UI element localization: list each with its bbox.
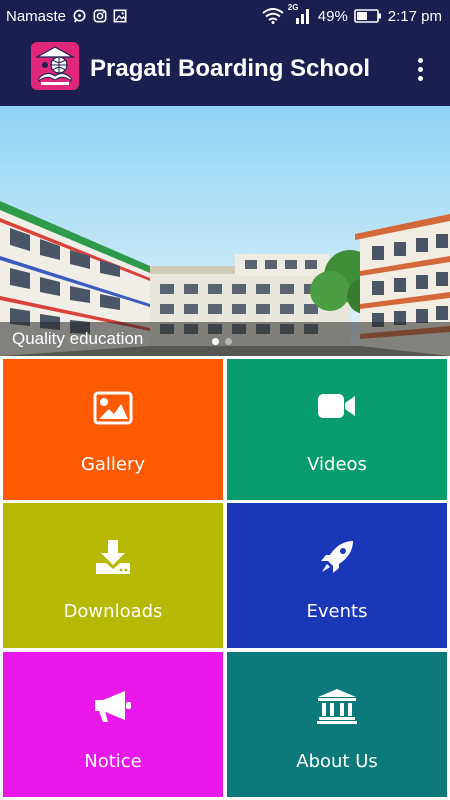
megaphone-icon	[3, 688, 223, 724]
clock: 2:17 pm	[387, 7, 442, 25]
events-label: Events	[306, 601, 368, 622]
chat-notification-icon	[72, 9, 87, 24]
status-bar: Namaste 2G 49% 2:17 pm	[0, 0, 450, 32]
rocket-icon	[227, 539, 447, 575]
download-icon	[3, 539, 223, 575]
banner-carousel[interactable]: Quality education	[0, 106, 450, 356]
menu-dot-icon	[417, 75, 423, 81]
app-title: Pragati Boarding School	[90, 55, 371, 82]
downloads-label: Downloads	[63, 601, 163, 622]
gallery-label: Gallery	[80, 454, 146, 475]
battery-percent: 49%	[317, 7, 348, 25]
gallery-tile[interactable]: Gallery	[3, 359, 223, 500]
notice-tile[interactable]: Notice	[3, 652, 223, 797]
school-logo	[31, 42, 79, 90]
wifi-icon	[262, 8, 284, 24]
overflow-menu-button[interactable]	[406, 52, 434, 86]
carousel-indicator	[212, 338, 232, 345]
menu-dot-icon	[417, 66, 423, 72]
downloads-tile[interactable]: Downloads	[3, 503, 223, 648]
about-us-label: About Us	[296, 751, 378, 772]
menu-dot-icon	[417, 57, 423, 63]
videos-label: Videos	[307, 454, 367, 475]
about-us-tile[interactable]: About Us	[227, 652, 447, 797]
notice-label: Notice	[84, 751, 142, 772]
status-right: 2G 49% 2:17 pm	[262, 3, 442, 25]
network-type-label: 2G	[287, 3, 299, 12]
videos-tile[interactable]: Videos	[227, 359, 447, 500]
video-camera-icon	[227, 391, 447, 421]
status-left: Namaste	[6, 8, 127, 25]
events-tile[interactable]: Events	[227, 503, 447, 648]
image-notification-icon	[113, 9, 127, 23]
institution-icon	[227, 688, 447, 724]
battery-icon	[353, 9, 382, 23]
signal-icon: 2G	[288, 3, 312, 24]
image-icon	[3, 391, 223, 425]
carrier-name: Namaste	[6, 7, 67, 25]
school-building-photo	[0, 106, 450, 356]
instagram-icon	[93, 9, 107, 23]
banner-caption: Quality education	[12, 329, 144, 348]
carousel-dot-active[interactable]	[212, 338, 219, 345]
carousel-dot[interactable]	[225, 338, 232, 345]
app-bar: Pragati Boarding School	[0, 32, 450, 106]
